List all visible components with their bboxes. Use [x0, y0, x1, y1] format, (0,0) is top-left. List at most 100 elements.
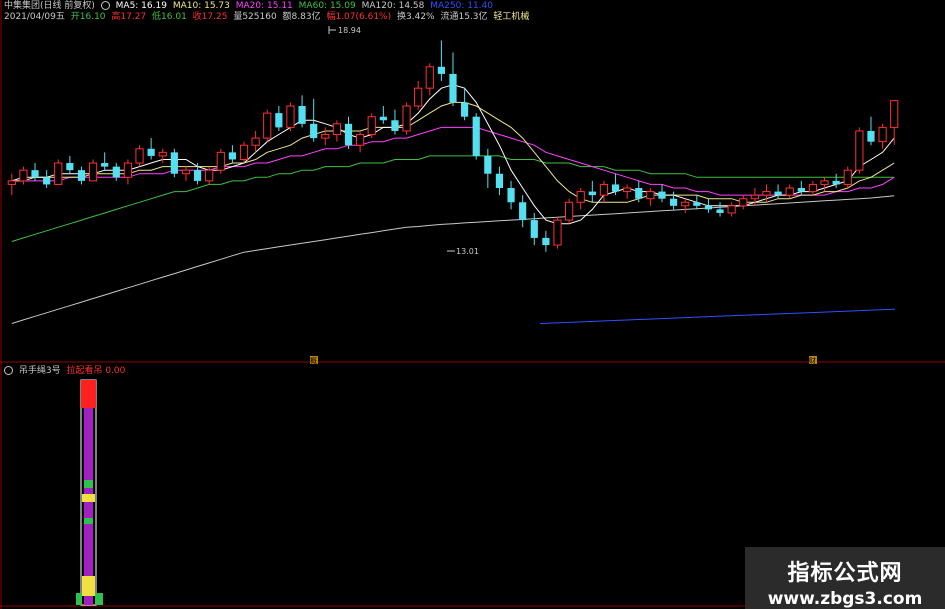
candle: [414, 81, 423, 110]
candle-body-down: [461, 102, 469, 117]
candle: [855, 127, 864, 174]
sub-indicator-value: 拉起看吊 0.00: [66, 366, 126, 376]
ma120-label: MA120: 14.58: [361, 1, 425, 11]
event-marker-left-label: 概: [310, 356, 317, 365]
candle: [669, 191, 678, 210]
candle-body-down: [344, 123, 353, 146]
ma250-label: MA250: 11.40: [430, 1, 493, 11]
candle-body-down: [391, 120, 399, 131]
candle-body-down: [635, 188, 643, 199]
event-marker-right-label: 财: [809, 356, 816, 365]
date-label: 2021/04/09五: [4, 12, 65, 22]
candle: [286, 102, 295, 131]
candle-body-down: [519, 202, 527, 221]
candle-body-down: [542, 237, 550, 246]
candle: [553, 216, 562, 249]
candle-body-down: [275, 113, 283, 128]
candle-body-up: [553, 219, 562, 246]
candle-body-up: [216, 151, 225, 171]
candle-body-up: [890, 100, 899, 128]
candle: [785, 184, 794, 199]
candle: [484, 148, 492, 188]
candle-body-down: [797, 188, 805, 192]
industry-label[interactable]: 轻工机械: [493, 12, 529, 22]
candle-body-down: [43, 177, 51, 185]
candle: [542, 230, 550, 252]
volume-label: 量525160: [233, 12, 277, 22]
candle: [239, 141, 249, 164]
candle-body-up: [843, 169, 852, 185]
candle-body-down: [693, 202, 701, 206]
candle-body-up: [750, 194, 759, 200]
candle: [599, 180, 609, 203]
candle-body-up: [414, 87, 423, 107]
candle: [437, 40, 445, 82]
candle-body-up: [123, 162, 133, 178]
candle: [472, 113, 480, 160]
high-label: 高17.27: [111, 12, 147, 22]
candle-body-down: [31, 170, 39, 178]
candle-body-down: [66, 163, 74, 171]
candle-body-up: [576, 191, 585, 203]
candle: [808, 180, 818, 196]
candle: [693, 195, 701, 210]
candle: [425, 63, 434, 96]
candle: [530, 212, 538, 246]
candle: [135, 145, 144, 167]
candle: [867, 116, 875, 146]
candle: [7, 173, 16, 196]
ma20-line: [11, 126, 895, 196]
candle: [658, 184, 666, 203]
candle-body-down: [774, 191, 782, 196]
candle: [681, 198, 690, 213]
sub-indicator-name[interactable]: 吊手绳3号: [19, 366, 61, 376]
candle-body-down: [611, 184, 620, 192]
candlestick-series: [7, 40, 899, 252]
candle: [251, 130, 260, 153]
sub-settings-icon[interactable]: [4, 366, 13, 375]
candle-body-up: [88, 162, 98, 182]
candle: [216, 148, 225, 174]
turnover-label: 换3.42%: [397, 12, 435, 22]
candle: [356, 130, 365, 153]
sub-bar-green-a: [84, 480, 93, 488]
candle-body-up: [808, 183, 818, 193]
candle-body-up: [785, 187, 794, 196]
ma120-line: [11, 195, 895, 324]
candle: [263, 109, 272, 142]
candle-body-up: [239, 144, 249, 160]
candle: [123, 159, 133, 185]
header-row-1: 中集集团(日线 前复权) MA5: 16.19 MA10: 15.73 MA20…: [4, 1, 496, 12]
candle: [367, 113, 376, 139]
candle: [298, 95, 306, 128]
stock-title[interactable]: 中集集团(日线 前复权): [4, 1, 95, 11]
sub-bar-yellow-a: [82, 494, 95, 502]
sub-bar-green-b: [84, 518, 93, 524]
candle: [88, 159, 98, 182]
watermark-banner: 指标公式网 www.zbgs3.com: [745, 547, 945, 609]
candle: [739, 195, 748, 210]
candle-body-up: [205, 169, 214, 182]
candle: [147, 138, 155, 160]
candle-body-up: [19, 169, 28, 182]
candle: [379, 106, 387, 124]
sub-bar-yellow-b: [82, 576, 95, 596]
candle: [54, 159, 63, 185]
candle-body-up: [820, 180, 829, 185]
candle-body-up: [855, 130, 864, 171]
ma10-label: MA10: 15.73: [172, 1, 230, 11]
candle: [495, 166, 504, 196]
candle-body-down: [832, 180, 840, 185]
sub-bar-purple: [84, 408, 93, 605]
low-label: 低16.01: [152, 12, 187, 22]
candle-body-down: [507, 188, 515, 203]
candle: [704, 198, 713, 213]
candle-body-down: [228, 152, 237, 160]
candle: [519, 195, 527, 228]
chart-canvas: 18.94 13.01 概 财: [0, 0, 945, 609]
watermark-title: 指标公式网: [787, 561, 903, 586]
settings-icon[interactable]: [100, 1, 110, 10]
candle-body-down: [716, 209, 724, 213]
candle-body-up: [739, 198, 748, 207]
candle-body-down: [310, 123, 318, 139]
